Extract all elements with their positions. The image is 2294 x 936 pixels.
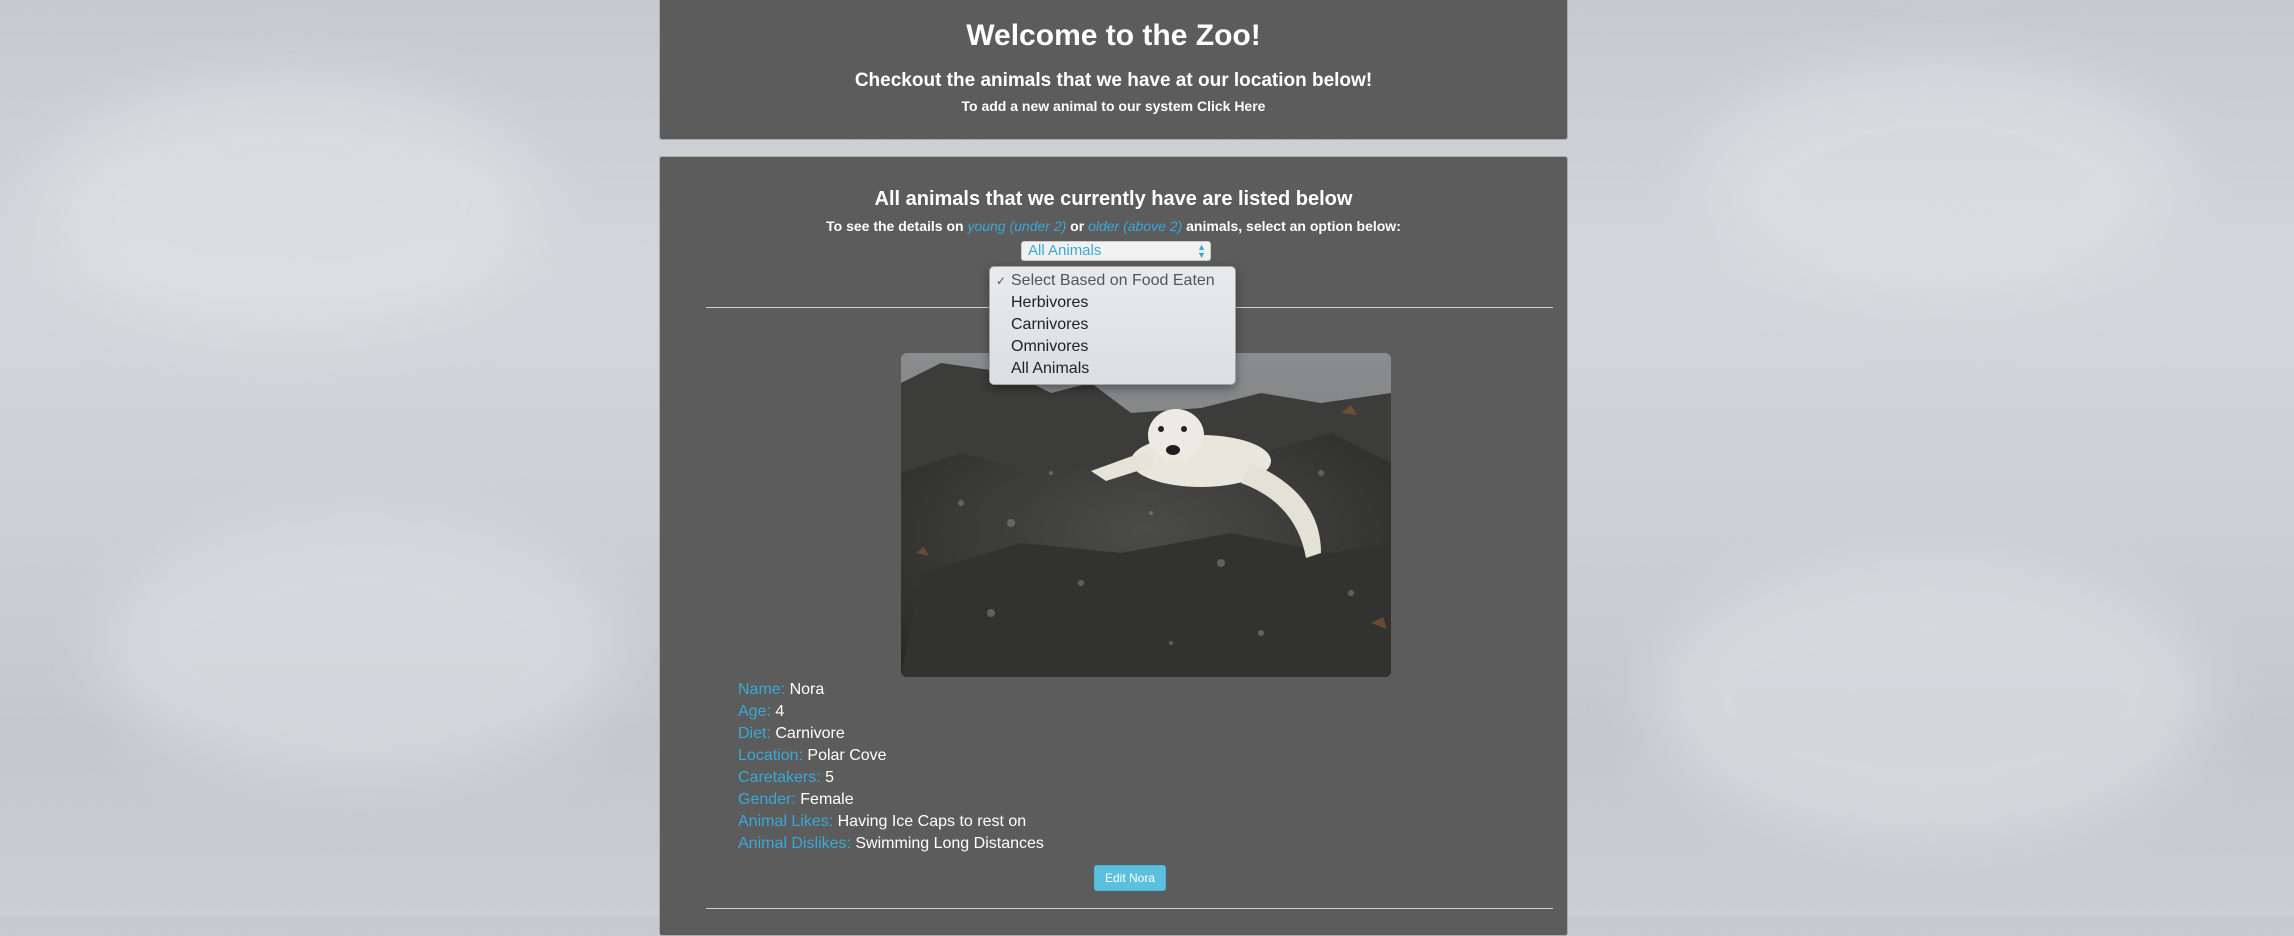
list-heading: All animals that we currently have are l…	[874, 188, 1353, 210]
dropdown-option-herbivores[interactable]: Herbivores	[990, 292, 1235, 314]
detail-location: Location: Polar Cove	[738, 745, 1044, 767]
dropdown-option-omnivores[interactable]: Omnivores	[990, 336, 1235, 358]
detail-name: Name: Nora	[738, 679, 1044, 701]
instructions-prefix: To see the details on	[826, 218, 968, 234]
detail-value: 4	[775, 703, 785, 720]
option-label: Select Based on Food Eaten	[1011, 272, 1215, 289]
age-filter-select[interactable]: All Animals ▲ ▼	[1021, 241, 1211, 261]
header-panel: Welcome to the Zoo! Checkout the animals…	[659, 0, 1568, 140]
select-arrows-icon: ▲ ▼	[1197, 242, 1206, 260]
food-filter-dropdown[interactable]: ✓ Select Based on Food Eaten Herbivores C…	[989, 266, 1236, 385]
detail-likes: Animal Likes: Having Ice Caps to rest on	[738, 811, 1044, 833]
checkmark-icon: ✓	[996, 274, 1007, 288]
dropdown-option-all-animals[interactable]: All Animals	[990, 358, 1235, 380]
detail-value: Swimming Long Distances	[855, 835, 1044, 852]
animal-details: Name: Nora Age: 4 Diet: Carnivore Locati…	[738, 679, 1044, 855]
detail-value: Nora	[789, 681, 825, 698]
detail-value: Having Ice Caps to rest on	[837, 813, 1027, 830]
age-filter-value: All Animals	[1028, 242, 1102, 259]
divider	[706, 908, 1553, 909]
detail-label: Name:	[738, 681, 786, 698]
detail-label: Diet:	[738, 725, 771, 742]
add-animal-link[interactable]: To add a new animal to our system Click …	[660, 98, 1567, 114]
detail-label: Location:	[738, 747, 803, 764]
detail-caretakers: Caretakers: 5	[738, 767, 1044, 789]
detail-value: Polar Cove	[807, 747, 887, 764]
detail-value: Carnivore	[775, 725, 845, 742]
dropdown-option-carnivores[interactable]: Carnivores	[990, 314, 1235, 336]
animal-photo	[901, 353, 1391, 677]
detail-diet: Diet: Carnivore	[738, 723, 1044, 745]
young-animals-link[interactable]: young (under 2)	[967, 218, 1066, 234]
edit-animal-button[interactable]: Edit Nora	[1094, 865, 1166, 891]
background-cloud	[1700, 60, 2180, 300]
detail-value: Female	[800, 791, 854, 808]
background-cloud	[100, 520, 620, 780]
page-subtitle: Checkout the animals that we have at our…	[854, 70, 1373, 91]
instructions-or: or	[1066, 218, 1089, 234]
detail-gender: Gender: Female	[738, 789, 1044, 811]
older-animals-link[interactable]: older (above 2)	[1088, 218, 1182, 234]
dropdown-option-select-based-on-food[interactable]: ✓ Select Based on Food Eaten	[990, 270, 1235, 292]
page-title: Welcome to the Zoo!	[966, 19, 1261, 52]
detail-dislikes: Animal Dislikes: Swimming Long Distances	[738, 833, 1044, 855]
detail-label: Caretakers:	[738, 769, 821, 786]
background-cloud	[1650, 560, 2210, 840]
detail-label: Animal Likes:	[738, 813, 834, 830]
detail-value: 5	[825, 769, 835, 786]
detail-label: Gender:	[738, 791, 796, 808]
filter-instructions: To see the details on young (under 2) or…	[660, 218, 1567, 234]
background-cloud	[40, 80, 540, 340]
detail-label: Animal Dislikes:	[738, 835, 851, 852]
detail-age: Age: 4	[738, 701, 1044, 723]
detail-label: Age:	[738, 703, 771, 720]
instructions-suffix: animals, select an option below:	[1182, 218, 1401, 234]
